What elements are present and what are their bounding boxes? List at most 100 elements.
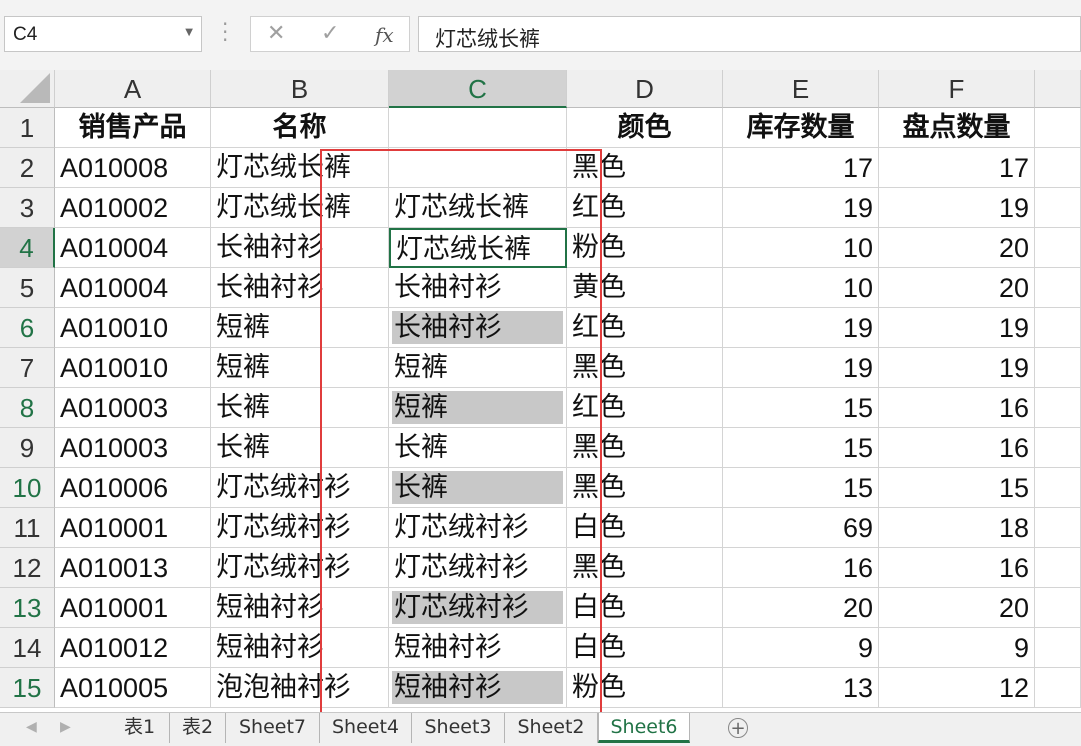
table-cell[interactable]: 长袖衬衫 [211, 268, 389, 308]
header-cell[interactable]: 盘点数量 [879, 108, 1035, 148]
table-cell[interactable]: 白色 [567, 508, 723, 548]
table-cell[interactable]: 20 [879, 228, 1035, 268]
tab-scroll-right-icon[interactable]: ▶ [60, 719, 71, 735]
table-cell[interactable]: 灯芯绒长裤 [389, 228, 567, 268]
table-cell[interactable]: 16 [879, 428, 1035, 468]
table-cell[interactable]: 灯芯绒长裤 [389, 188, 567, 228]
table-cell[interactable]: 10 [723, 268, 879, 308]
empty-cell[interactable] [1035, 468, 1081, 508]
table-cell[interactable]: 19 [723, 188, 879, 228]
header-cell[interactable]: 库存数量 [723, 108, 879, 148]
cancel-icon[interactable]: ✕ [267, 21, 285, 46]
table-cell[interactable]: 19 [723, 348, 879, 388]
table-cell[interactable]: 黑色 [567, 428, 723, 468]
column-header-f[interactable]: F [879, 70, 1035, 108]
empty-cell[interactable] [1035, 428, 1081, 468]
table-cell[interactable]: A010006 [55, 468, 211, 508]
table-cell[interactable]: 20 [723, 588, 879, 628]
header-cell[interactable]: 名称 [211, 108, 389, 148]
empty-cell[interactable] [1035, 388, 1081, 428]
header-cell[interactable]: 销售产品 [55, 108, 211, 148]
table-cell[interactable]: 长袖衬衫 [211, 228, 389, 268]
row-header[interactable]: 13 [0, 588, 55, 628]
table-cell[interactable]: 短裤 [389, 388, 567, 428]
table-cell[interactable]: 灯芯绒衬衫 [211, 468, 389, 508]
table-cell[interactable]: 短袖衬衫 [389, 628, 567, 668]
table-cell[interactable]: 长裤 [211, 428, 389, 468]
table-cell[interactable]: 15 [723, 388, 879, 428]
table-cell[interactable]: 69 [723, 508, 879, 548]
empty-cell[interactable] [1035, 108, 1081, 148]
sheet-tab[interactable]: Sheet2 [505, 713, 598, 743]
table-cell[interactable]: 短袖衬衫 [211, 628, 389, 668]
empty-cell[interactable] [1035, 148, 1081, 188]
table-cell[interactable]: 长裤 [211, 388, 389, 428]
table-cell[interactable]: 黄色 [567, 268, 723, 308]
row-header[interactable]: 4 [0, 228, 55, 268]
chevron-down-icon[interactable]: ▼ [185, 27, 193, 38]
name-box[interactable]: C4 ▼ [4, 16, 202, 52]
sheet-tab[interactable]: Sheet7 [226, 713, 320, 743]
column-header-c[interactable]: C [389, 70, 567, 108]
table-cell[interactable]: A010003 [55, 428, 211, 468]
enter-icon[interactable]: ✓ [321, 21, 339, 46]
header-cell[interactable]: 颜色 [567, 108, 723, 148]
table-cell[interactable]: 长裤 [389, 428, 567, 468]
header-cell[interactable] [389, 108, 567, 148]
table-cell[interactable]: 17 [879, 148, 1035, 188]
row-header[interactable]: 8 [0, 388, 55, 428]
table-cell[interactable]: 20 [879, 268, 1035, 308]
sheet-tab[interactable]: Sheet6 [598, 713, 690, 743]
table-cell[interactable]: 短裤 [389, 348, 567, 388]
table-cell[interactable]: 9 [723, 628, 879, 668]
table-cell[interactable]: 白色 [567, 628, 723, 668]
table-cell[interactable]: A010012 [55, 628, 211, 668]
table-cell[interactable]: 20 [879, 588, 1035, 628]
table-cell[interactable]: A010010 [55, 348, 211, 388]
table-cell[interactable]: 17 [723, 148, 879, 188]
table-cell[interactable]: 黑色 [567, 348, 723, 388]
table-cell[interactable]: A010013 [55, 548, 211, 588]
formula-input[interactable]: 灯芯绒长裤 [418, 16, 1081, 52]
table-cell[interactable]: A010001 [55, 588, 211, 628]
table-cell[interactable]: 粉色 [567, 228, 723, 268]
table-cell[interactable]: 红色 [567, 308, 723, 348]
table-cell[interactable]: 16 [723, 548, 879, 588]
row-header[interactable]: 5 [0, 268, 55, 308]
sheet-tab[interactable]: Sheet4 [320, 713, 412, 743]
table-cell[interactable]: 黑色 [567, 548, 723, 588]
row-header[interactable]: 11 [0, 508, 55, 548]
empty-cell[interactable] [1035, 588, 1081, 628]
sheet-tab[interactable]: 表2 [170, 713, 226, 743]
table-cell[interactable]: A010002 [55, 188, 211, 228]
row-header[interactable]: 10 [0, 468, 55, 508]
table-cell[interactable]: 粉色 [567, 668, 723, 708]
empty-cell[interactable] [1035, 508, 1081, 548]
table-cell[interactable]: 16 [879, 388, 1035, 428]
table-cell[interactable]: 15 [723, 468, 879, 508]
table-cell[interactable]: A010001 [55, 508, 211, 548]
table-cell[interactable]: A010004 [55, 268, 211, 308]
table-cell[interactable]: A010003 [55, 388, 211, 428]
empty-cell[interactable] [1035, 548, 1081, 588]
row-header[interactable]: 3 [0, 188, 55, 228]
table-cell[interactable]: 19 [723, 308, 879, 348]
tab-scroll-left-icon[interactable]: ◀ [26, 719, 37, 735]
table-cell[interactable]: 灯芯绒长裤 [211, 188, 389, 228]
insert-function-button[interactable]: fx [375, 23, 394, 47]
row-header[interactable]: 14 [0, 628, 55, 668]
sheet-tab[interactable]: 表1 [110, 713, 170, 743]
table-cell[interactable]: 灯芯绒衬衫 [389, 508, 567, 548]
table-cell[interactable]: 灯芯绒衬衫 [211, 508, 389, 548]
table-cell[interactable]: 15 [879, 468, 1035, 508]
row-header[interactable]: 7 [0, 348, 55, 388]
table-cell[interactable]: A010008 [55, 148, 211, 188]
row-header[interactable]: 6 [0, 308, 55, 348]
empty-cell[interactable] [1035, 668, 1081, 708]
column-header-b[interactable]: B [211, 70, 389, 108]
empty-cell[interactable] [1035, 268, 1081, 308]
table-cell[interactable]: 19 [879, 308, 1035, 348]
table-cell[interactable]: 12 [879, 668, 1035, 708]
empty-cell[interactable] [1035, 188, 1081, 228]
add-sheet-icon[interactable]: + [728, 718, 748, 738]
